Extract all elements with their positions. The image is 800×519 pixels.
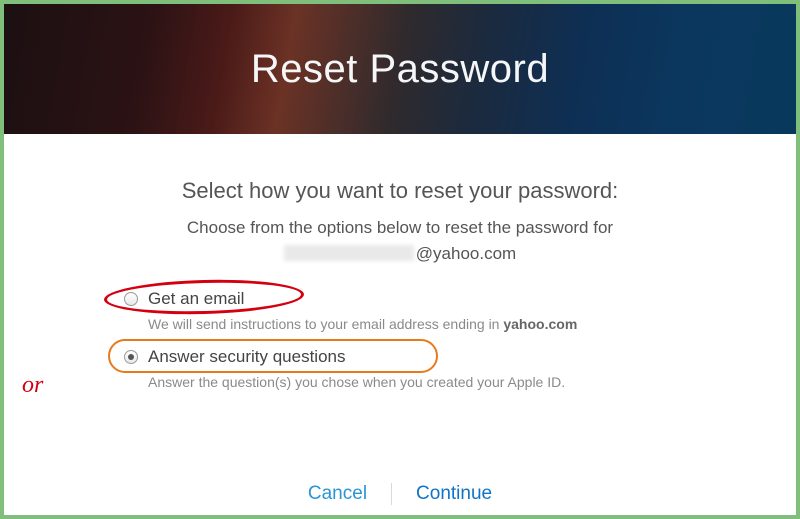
- reset-options: Get an email We will send instructions t…: [120, 286, 680, 390]
- footer-separator: [391, 483, 392, 505]
- headline-text: Select how you want to reset your passwo…: [64, 178, 736, 204]
- sub-text: Choose from the options below to reset t…: [64, 218, 736, 238]
- dialog-header: Reset Password: [4, 4, 796, 134]
- cancel-button[interactable]: Cancel: [308, 483, 367, 505]
- radio-get-email[interactable]: [124, 292, 138, 306]
- option-label-email: Get an email: [148, 289, 244, 309]
- radio-security-questions[interactable]: [124, 350, 138, 364]
- account-email: @yahoo.com: [64, 244, 736, 264]
- option-desc-security: Answer the question(s) you chose when yo…: [148, 374, 680, 390]
- email-domain: @yahoo.com: [416, 244, 516, 263]
- option-desc-email: We will send instructions to your email …: [148, 316, 680, 332]
- dialog-body: Select how you want to reset your passwo…: [4, 134, 796, 390]
- option-security-questions[interactable]: Answer security questions Answer the que…: [120, 344, 680, 390]
- option-get-email[interactable]: Get an email We will send instructions t…: [120, 286, 680, 332]
- option-label-security: Answer security questions: [148, 347, 345, 367]
- page-title: Reset Password: [251, 47, 549, 92]
- continue-button[interactable]: Continue: [416, 483, 492, 505]
- reset-password-dialog: Reset Password Select how you want to re…: [0, 0, 800, 519]
- redacted-email-local: [284, 245, 414, 261]
- dialog-footer: Cancel Continue: [4, 483, 796, 505]
